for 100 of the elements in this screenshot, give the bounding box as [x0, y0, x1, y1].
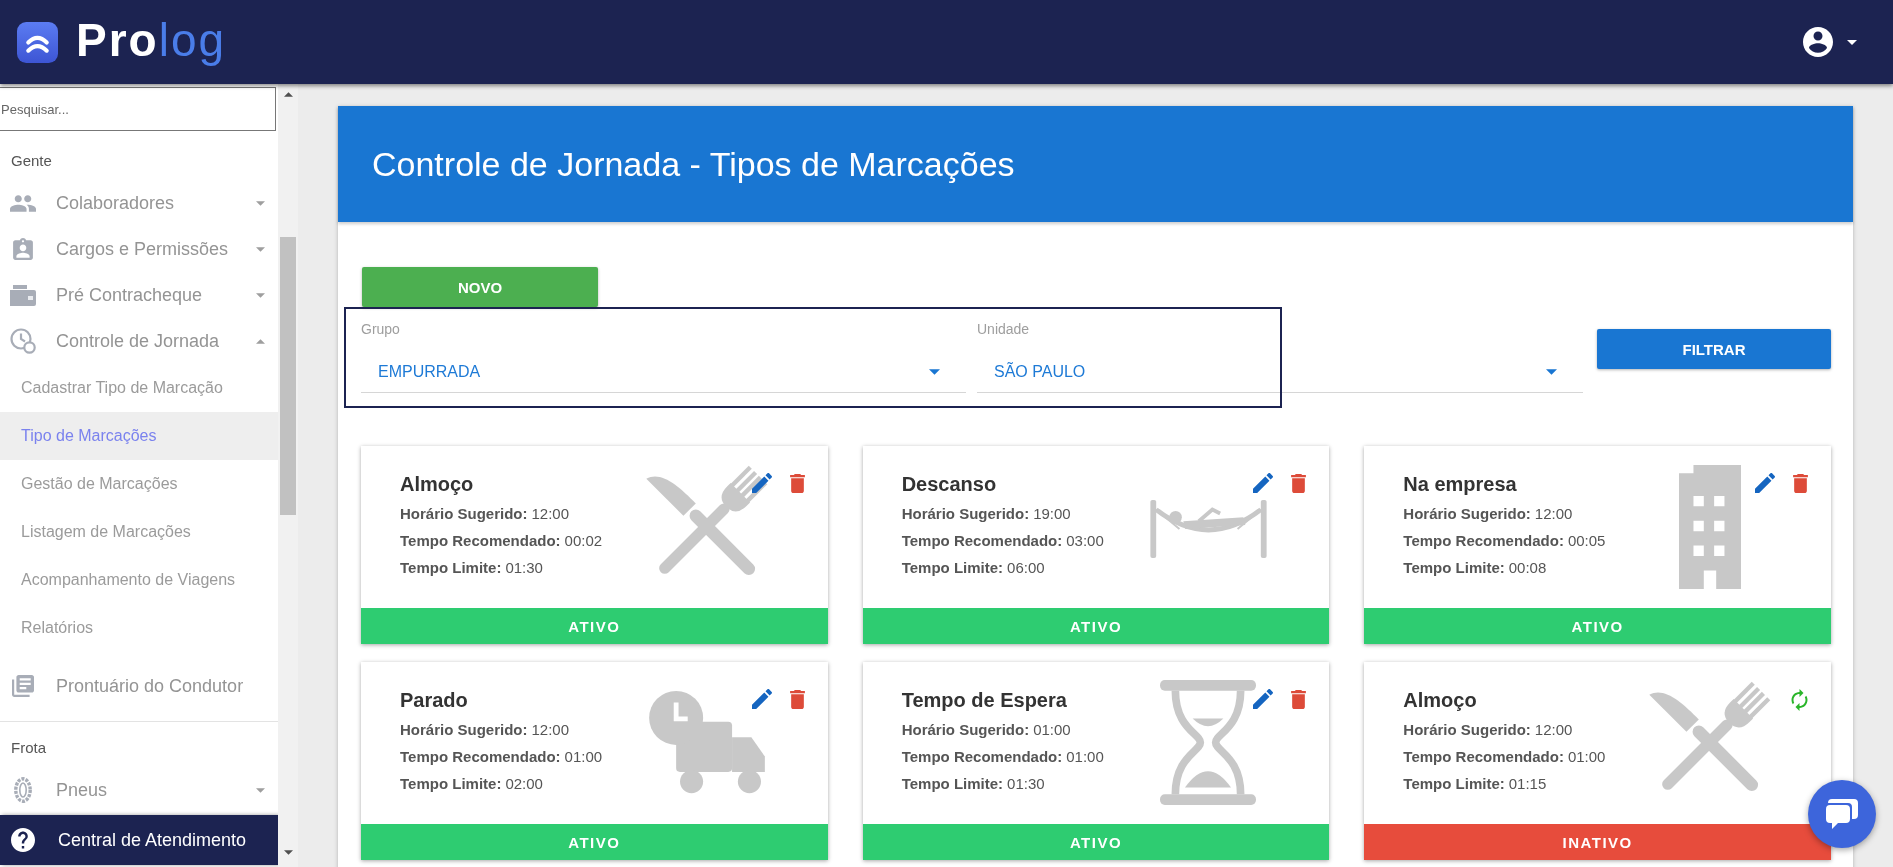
menu-item[interactable]: Pré Contracheque	[0, 272, 278, 318]
card-title: Parado	[400, 688, 469, 712]
trash-icon[interactable]	[1291, 473, 1307, 493]
field-label: Tempo Limite:	[400, 559, 502, 576]
field-label: Tempo Recomendado:	[1403, 532, 1564, 549]
card-title: Tempo de Espera	[901, 688, 1068, 712]
trash-icon[interactable]	[1291, 689, 1307, 709]
wallet-icon	[10, 284, 36, 306]
trash-icon[interactable]	[1793, 473, 1808, 493]
field-value: 12:00	[531, 505, 570, 522]
menu-item[interactable]: Controle de Jornada	[0, 318, 278, 364]
scroll-down-icon[interactable]	[283, 850, 293, 855]
badge-icon	[13, 238, 33, 260]
dropdown-field[interactable]: SÃO PAULO	[977, 351, 1583, 393]
filter-button[interactable]: FILTRAR	[1597, 329, 1831, 369]
page-title: Controle de Jornada - Tipos de Marcações	[372, 144, 1015, 184]
field-label: Tempo Limite:	[1403, 559, 1505, 576]
caret-icon[interactable]	[1847, 39, 1857, 45]
logo-text: Prolog	[76, 17, 227, 67]
field-value: 06:00	[1007, 559, 1045, 576]
submenu-item[interactable]: Cadastrar Tipo de Marcação	[0, 364, 278, 412]
section-title: Gente	[10, 151, 53, 171]
field-value: 12:00	[1534, 505, 1573, 522]
status-bar: ATIVO	[862, 824, 1330, 860]
field-label: Tempo Limite:	[1403, 775, 1505, 792]
card-title: Almoço	[400, 472, 475, 496]
pencil-icon[interactable]	[1755, 473, 1775, 493]
field-value: 01:30	[1007, 775, 1045, 792]
help-center-button[interactable]: Central de Atendimento	[0, 815, 278, 865]
submenu-item[interactable]: Tipo de Marcações	[0, 412, 278, 460]
field-value: 01:30	[505, 559, 543, 576]
user-avatar-icon[interactable]	[1803, 27, 1833, 57]
field-value: 03:00	[1066, 532, 1104, 549]
dropdown-caret-icon	[929, 368, 940, 375]
chat-button[interactable]	[1808, 780, 1876, 848]
field-label: Tempo Limite:	[901, 775, 1004, 792]
trash-icon[interactable]	[789, 689, 805, 709]
clock-icon	[10, 328, 36, 354]
field-value: 12:00	[531, 721, 570, 738]
field-value: 01:00	[564, 748, 603, 765]
card-title: Descanso	[901, 472, 998, 496]
field-label: Tempo Recomendado:	[901, 532, 1063, 549]
search-field[interactable]: Pesquisar...	[0, 87, 276, 131]
status-bar: ATIVO	[361, 608, 828, 644]
field-label: Tempo Recomendado:	[400, 748, 561, 765]
pencil-icon[interactable]	[751, 473, 772, 493]
field-label: Tempo Recomendado:	[901, 748, 1063, 765]
tire-icon	[14, 777, 32, 803]
card-title: Na empresa	[1403, 472, 1518, 496]
menu-item[interactable]: Pneus	[0, 767, 278, 813]
field-value: 01:00	[1567, 748, 1606, 765]
field-value: 01:00	[1066, 748, 1104, 765]
submenu-item[interactable]: Acompanhamento de Viagens	[0, 556, 278, 604]
new-button[interactable]: NOVO	[362, 267, 598, 307]
field-label: Horário Sugerido:	[1403, 721, 1531, 738]
status-bar: ATIVO	[862, 608, 1330, 644]
field-value: 19:00	[1033, 505, 1071, 522]
submenu-item[interactable]: Relatórios	[0, 604, 278, 652]
pencil-icon[interactable]	[1253, 689, 1274, 709]
scrollbar-track[interactable]	[278, 84, 298, 867]
pencil-icon[interactable]	[1253, 473, 1274, 493]
field-label: Tempo Limite:	[400, 775, 502, 792]
field-label: Horário Sugerido:	[400, 505, 528, 522]
section-title: Frota	[10, 738, 47, 758]
field-value: 00:05	[1567, 532, 1606, 549]
menu-item[interactable]: Cargos e Permissões	[0, 226, 278, 272]
status-bar: ATIVO	[1364, 608, 1831, 644]
dropdown-caret-icon	[1546, 368, 1557, 375]
refresh-icon[interactable]	[1791, 689, 1808, 711]
pencil-icon[interactable]	[751, 689, 772, 709]
status-bar: INATIVO	[1364, 824, 1831, 860]
scroll-up-icon[interactable]	[283, 92, 293, 97]
menu-item[interactable]: Colaboradores	[0, 180, 278, 226]
menu-item[interactable]: Prontuário do Condutor	[0, 662, 278, 710]
field-label: Tempo Limite:	[901, 559, 1004, 576]
status-bar: ATIVO	[361, 824, 828, 860]
dropdown-field[interactable]: EMPURRADA	[361, 351, 966, 393]
field-label: Tempo Recomendado:	[400, 532, 561, 549]
field-label: Horário Sugerido:	[400, 721, 528, 738]
field-value: 01:00	[1033, 721, 1071, 738]
trash-icon[interactable]	[789, 473, 805, 493]
field-value: 02:00	[505, 775, 543, 792]
submenu-item[interactable]: Listagem de Marcações	[0, 508, 278, 556]
field-label: Horário Sugerido:	[901, 505, 1030, 522]
help-icon	[11, 828, 35, 852]
hourglass-icon	[1160, 680, 1257, 805]
field-label: Grupo	[361, 321, 401, 337]
field-value: 12:00	[1534, 721, 1573, 738]
field-value: 00:02	[564, 532, 603, 549]
submenu-item[interactable]: Gestão de Marcações	[0, 460, 278, 508]
field-label: Unidade	[977, 321, 1031, 337]
logo-icon	[17, 21, 58, 63]
field-label: Horário Sugerido:	[901, 721, 1030, 738]
document-stack-icon	[12, 675, 34, 697]
field-value: 00:08	[1508, 559, 1547, 576]
field-label: Horário Sugerido:	[1403, 505, 1531, 522]
field-value: 01:15	[1508, 775, 1547, 792]
building-icon	[1679, 464, 1741, 589]
scrollbar-thumb[interactable]	[280, 237, 296, 515]
people-icon	[10, 194, 36, 212]
